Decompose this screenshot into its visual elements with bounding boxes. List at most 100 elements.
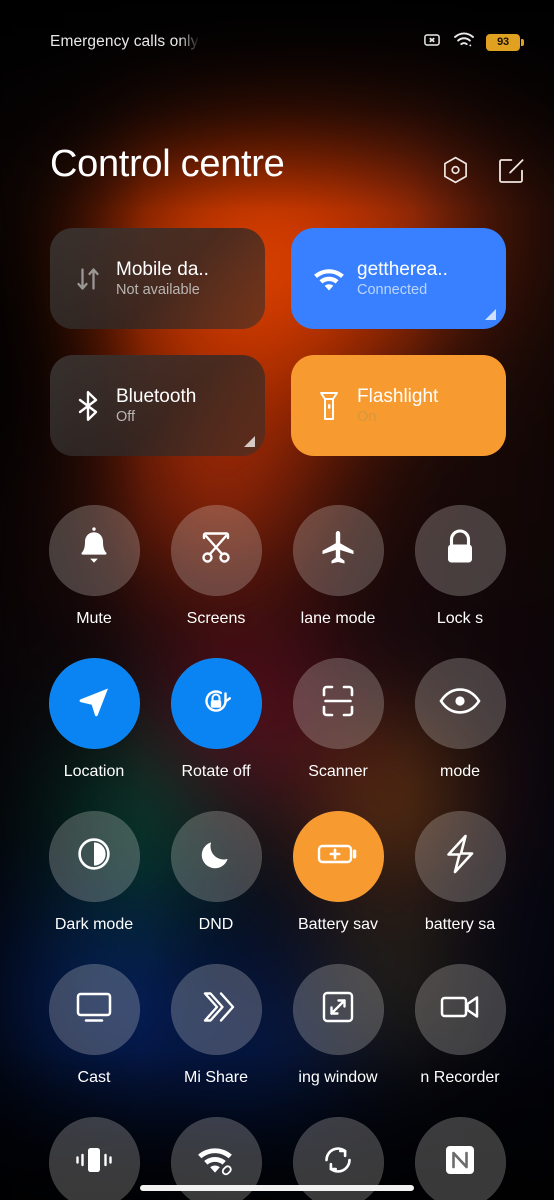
carrier-label: Emergency calls only: [50, 33, 199, 50]
toggle-row: Location Rotate off Scanner mode: [0, 658, 554, 811]
toggle-scanner[interactable]: Scanner: [277, 658, 399, 782]
toggle-ultra-battery-saver[interactable]: battery sa: [399, 811, 521, 935]
wifi-icon: [309, 266, 349, 292]
toggle-label: Scanner: [308, 763, 368, 780]
tile-mobile-data[interactable]: Mobile da.. Not available: [50, 228, 265, 329]
tile-title: Mobile da..: [116, 258, 209, 280]
toggle-label: DND: [198, 916, 234, 933]
tile-subtitle: On: [357, 408, 377, 425]
toggle-lock-screen[interactable]: Lock s: [399, 505, 521, 629]
toggle-vibrate[interactable]: [33, 1117, 155, 1200]
vibrate-icon: [73, 1143, 115, 1182]
battery-percent-label: 93: [497, 35, 509, 48]
flashlight-icon: [309, 390, 349, 422]
toggle-rotate-off[interactable]: Rotate off: [155, 658, 277, 782]
toggle-grid: Mute Screens lane mode Lock s Location R…: [0, 505, 554, 1117]
tile-flashlight[interactable]: Flashlight On: [291, 355, 506, 456]
toggle-circle[interactable]: [414, 505, 506, 596]
control-centre-screen: Emergency calls only 93 Control centre M…: [0, 0, 554, 1200]
quick-settings-tiles: Mobile da.. Not available getthereа.. Co…: [50, 228, 506, 456]
tile-wifi[interactable]: getthereа.. Connected: [291, 228, 506, 329]
header-actions: [440, 143, 526, 185]
tile-bluetooth[interactable]: Bluetooth Off: [50, 355, 265, 456]
settings-hexagon-icon[interactable]: [440, 155, 470, 185]
toggle-label: Dark mode: [54, 916, 134, 933]
mi-share-icon: [196, 987, 236, 1032]
scanner-icon: [318, 681, 358, 726]
tile-expand-indicator[interactable]: [485, 309, 496, 320]
floating-window-icon: [319, 988, 357, 1031]
toggle-circle[interactable]: [414, 811, 506, 902]
toggle-label: Battery sav: [297, 916, 379, 933]
toggle-label: Cast: [77, 1069, 111, 1086]
toggle-circle[interactable]: [292, 811, 384, 902]
toggle-circle[interactable]: [414, 1117, 506, 1200]
sync-icon: [318, 1140, 358, 1185]
toggle-circle[interactable]: [48, 964, 140, 1055]
status-bar: Emergency calls only 93: [0, 0, 554, 62]
screen-recorder-icon: [438, 992, 482, 1027]
lock-icon: [442, 527, 478, 574]
bolt-icon: [443, 833, 477, 880]
page-title: Control centre: [50, 143, 285, 185]
toggle-circle[interactable]: [48, 811, 140, 902]
battery-indicator: 93: [486, 33, 524, 51]
toggle-nfc[interactable]: [399, 1117, 521, 1200]
tile-expand-indicator[interactable]: [244, 436, 255, 447]
toggle-circle[interactable]: [414, 964, 506, 1055]
edit-icon[interactable]: [496, 155, 526, 185]
eye-icon: [438, 684, 482, 723]
toggle-circle[interactable]: [292, 505, 384, 596]
toggle-circle[interactable]: [48, 505, 140, 596]
toggle-circle[interactable]: [292, 658, 384, 749]
toggle-row: Cast Mi Share ing window n Recorder: [0, 964, 554, 1117]
toggle-label: Screens: [186, 610, 246, 627]
toggle-reading-mode[interactable]: mode: [399, 658, 521, 782]
toggle-screen-recorder[interactable]: n Recorder: [399, 964, 521, 1088]
toggle-label: n Recorder: [420, 1069, 500, 1086]
toggle-floating-window[interactable]: ing window: [277, 964, 399, 1088]
toggle-label: battery sa: [424, 916, 496, 933]
toggle-label: Location: [63, 763, 125, 780]
toggle-circle[interactable]: [170, 811, 262, 902]
tile-title: getthereа..: [357, 258, 448, 280]
moon-icon: [197, 835, 235, 878]
tile-subtitle: Not available: [116, 281, 200, 298]
toggle-circle[interactable]: [170, 964, 262, 1055]
toggle-mi-share[interactable]: Mi Share: [155, 964, 277, 1088]
toggle-cast[interactable]: Cast: [33, 964, 155, 1088]
rotate-lock-icon: [195, 680, 237, 727]
toggle-battery-saver[interactable]: Battery sav: [277, 811, 399, 935]
toggle-dnd[interactable]: DND: [155, 811, 277, 935]
cast-screen-icon: [73, 989, 115, 1030]
toggle-label: Mute: [76, 610, 112, 627]
toggle-location[interactable]: Location: [33, 658, 155, 782]
toggle-dark-mode[interactable]: Dark mode: [33, 811, 155, 935]
toggle-label: Lock s: [436, 610, 484, 627]
toggle-mute[interactable]: Mute: [33, 505, 155, 629]
bell-icon: [75, 527, 113, 574]
toggle-label: Rotate off: [181, 763, 251, 780]
toggle-circle[interactable]: [170, 658, 262, 749]
toggle-circle[interactable]: [292, 964, 384, 1055]
tile-subtitle: Off: [116, 408, 136, 425]
tile-title: Bluetooth: [116, 385, 197, 407]
data-transfer-icon: [68, 264, 108, 294]
tile-subtitle: Connected: [357, 281, 428, 298]
hotspot-icon: [196, 1144, 236, 1181]
toggle-circle[interactable]: [48, 658, 140, 749]
toggle-label: mode: [439, 763, 481, 780]
toggle-circle[interactable]: [170, 505, 262, 596]
bluetooth-icon: [68, 390, 108, 422]
home-indicator[interactable]: [140, 1185, 414, 1191]
no-sim-icon: [422, 30, 442, 55]
airplane-icon: [318, 528, 358, 573]
toggle-airplane-mode[interactable]: lane mode: [277, 505, 399, 629]
toggle-circle[interactable]: [414, 658, 506, 749]
nfc-icon: [442, 1142, 478, 1183]
toggle-screenshot[interactable]: Screens: [155, 505, 277, 629]
tile-title: Flashlight: [357, 385, 439, 407]
toggle-row: Dark mode DND Battery sav battery sa: [0, 811, 554, 964]
screenshot-icon: [196, 528, 236, 573]
toggle-circle[interactable]: [48, 1117, 140, 1200]
